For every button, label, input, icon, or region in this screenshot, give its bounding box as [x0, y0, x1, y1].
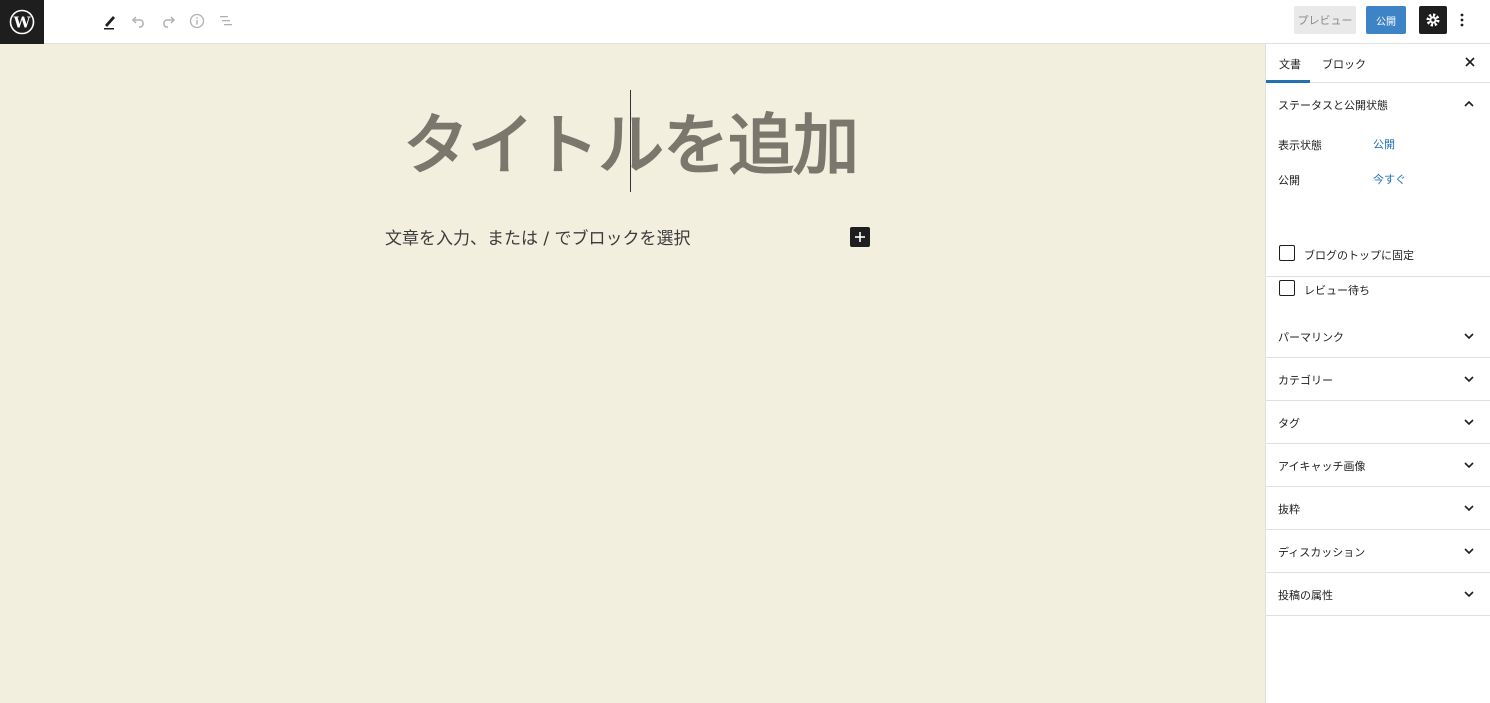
chevron-down-icon[interactable] — [1462, 587, 1476, 601]
tab-block[interactable]: ブロック — [1322, 56, 1366, 72]
status-visibility-panel: ステータスと公開状態 表示状態 公開 公開 今すぐ ブログのトップに固定 レビュ… — [1266, 83, 1490, 297]
panel-title: 抜粋 — [1278, 503, 1300, 516]
tab-document[interactable]: 文書 — [1279, 56, 1301, 72]
panel-categories[interactable]: カテゴリー — [1266, 358, 1490, 401]
chevron-down-icon[interactable] — [1462, 458, 1476, 472]
wordpress-logo-icon[interactable]: W — [0, 0, 44, 44]
panel-excerpt[interactable]: 抜粋 — [1266, 487, 1490, 530]
panel-title: ディスカッション — [1278, 546, 1366, 559]
chevron-down-icon[interactable] — [1462, 329, 1476, 343]
panel-title: 投稿の属性 — [1278, 589, 1333, 602]
sticky-label: ブログのトップに固定 — [1304, 249, 1414, 262]
inline-add-block-button[interactable] — [850, 227, 870, 247]
list-outline-icon[interactable] — [212, 7, 240, 35]
plus-icon — [855, 232, 865, 242]
svg-text:W: W — [13, 14, 32, 32]
panel-title: タグ — [1278, 417, 1300, 430]
vertical-dots-icon[interactable] — [1454, 7, 1470, 33]
gear-icon[interactable] — [1419, 6, 1447, 34]
publish-date-link[interactable]: 今すぐ — [1373, 171, 1406, 187]
sticky-checkbox[interactable] — [1279, 245, 1295, 261]
redo-icon[interactable] — [154, 7, 182, 35]
chevron-down-icon[interactable] — [1462, 415, 1476, 429]
close-icon[interactable] — [1462, 54, 1478, 70]
sidebar-tabs: 文書 ブロック — [1266, 44, 1490, 83]
panel-title: パーマリンク — [1278, 331, 1344, 344]
publish-date-label: 公開 — [1278, 174, 1300, 187]
info-icon[interactable] — [183, 7, 211, 35]
panel-discussion[interactable]: ディスカッション — [1266, 530, 1490, 573]
text-caret — [630, 90, 631, 192]
chevron-down-icon[interactable] — [1462, 372, 1476, 386]
visibility-link[interactable]: 公開 — [1373, 136, 1395, 152]
chevron-down-icon[interactable] — [1462, 501, 1476, 515]
top-toolbar: W + プレビュー 公開 — [0, 0, 1490, 44]
visibility-label: 表示状態 — [1278, 139, 1322, 152]
pending-review-checkbox[interactable] — [1279, 280, 1295, 296]
pending-review-label: レビュー待ち — [1304, 284, 1370, 297]
chevron-up-icon[interactable] — [1462, 97, 1476, 111]
panel-post-attributes[interactable]: 投稿の属性 — [1266, 573, 1490, 616]
pencil-icon[interactable] — [96, 7, 124, 35]
panel-title: カテゴリー — [1278, 374, 1333, 387]
publish-button[interactable]: 公開 — [1366, 6, 1406, 34]
preview-button[interactable]: プレビュー — [1294, 6, 1356, 34]
panel-featured-image[interactable]: アイキャッチ画像 — [1266, 444, 1490, 487]
undo-icon[interactable] — [125, 7, 153, 35]
panel-title-status[interactable]: ステータスと公開状態 — [1278, 97, 1388, 113]
chevron-down-icon[interactable] — [1462, 544, 1476, 558]
settings-sidebar: 文書 ブロック ステータスと公開状態 表示状態 公開 公開 今すぐ ブログのトッ… — [1265, 44, 1490, 703]
editor-canvas[interactable]: タイトルを追加 文章を入力、または / でブロックを選択 — [0, 44, 1265, 703]
paragraph-block-placeholder[interactable]: 文章を入力、または / でブロックを選択 — [385, 224, 691, 249]
panel-permalink[interactable]: パーマリンク — [1266, 315, 1490, 358]
panel-title: アイキャッチ画像 — [1278, 460, 1366, 473]
panel-tags[interactable]: タグ — [1266, 401, 1490, 444]
